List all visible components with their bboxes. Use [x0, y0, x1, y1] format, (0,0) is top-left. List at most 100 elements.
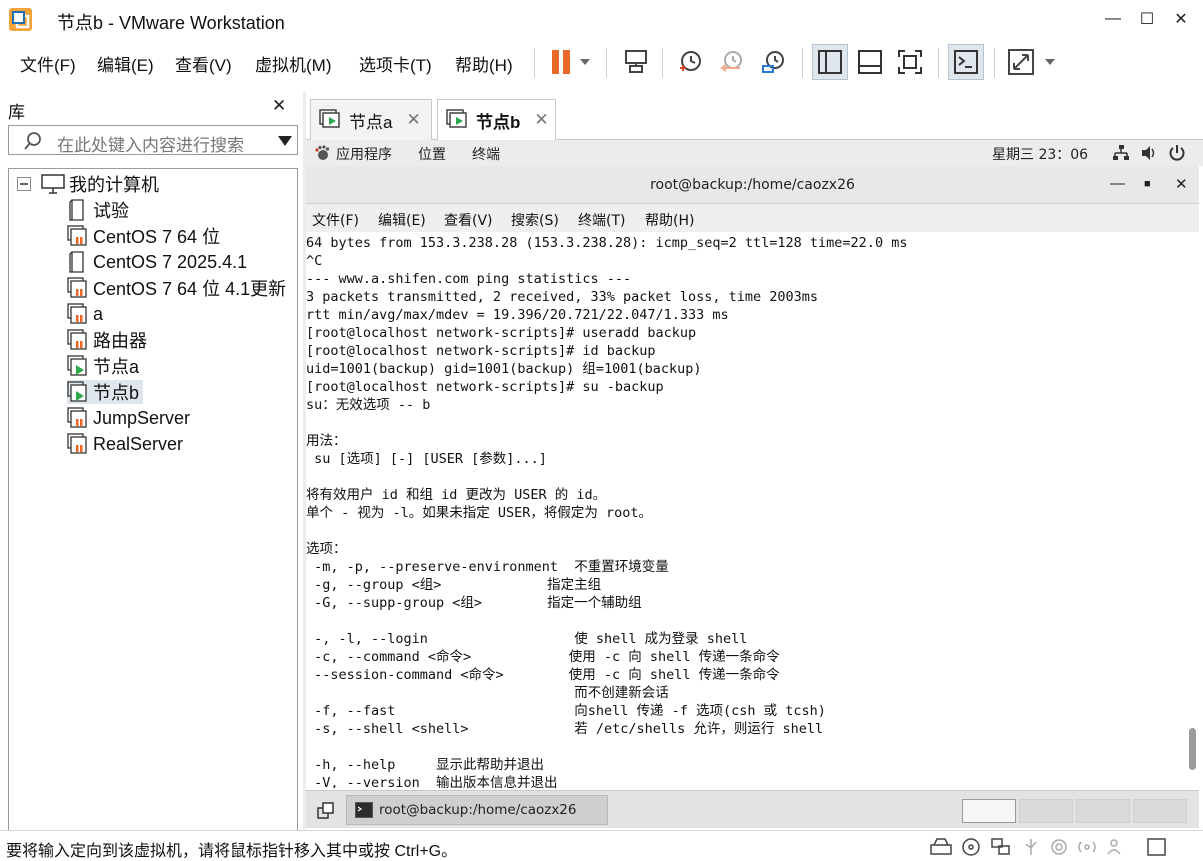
maximize-button[interactable]: ☐ [1132, 6, 1162, 32]
tree-item-jumpserver[interactable]: JumpServer [67, 406, 190, 430]
library-tree: 我的计算机 试验 CentOS 7 64 位 CentOS 7 2025.4.1 Ce… [8, 168, 298, 830]
gnome-places-menu[interactable]: 位置 [418, 144, 446, 164]
tree-item-centos7-64-update[interactable]: CentOS 7 64 位 4.1更新 [67, 276, 286, 300]
terminal-menu-terminal[interactable]: 终端(T) [578, 210, 625, 230]
network-adapter-icon[interactable] [990, 837, 1012, 857]
library-close-button[interactable]: ✕ [272, 96, 286, 116]
terminal-line: -g, --group <组> 指定主组 [306, 577, 602, 593]
tree-item-icon [67, 407, 89, 429]
library-search-input[interactable]: 在此处键入内容进行搜索 [8, 125, 298, 155]
terminal-line: -G, --supp-group <组> 指定一个辅助组 [306, 595, 642, 611]
tree-item-realserver[interactable]: RealServer [67, 432, 183, 456]
revert-snapshot-button[interactable] [714, 44, 750, 80]
terminal-close-button[interactable]: ✕ [1175, 175, 1188, 193]
vm-powered-off-icon [67, 225, 87, 246]
terminal-scrollbar[interactable] [1186, 232, 1199, 788]
menu-view[interactable]: 查看(V) [175, 51, 232, 76]
snapshot-icon [680, 51, 701, 71]
vm-tab-strip: 节点a ✕ 节点b ✕ [306, 92, 1203, 140]
workspace-3[interactable] [1076, 799, 1130, 823]
terminal-line: -s, --shell <shell> 若 /etc/shells 允许，则运行… [306, 721, 824, 737]
dropdown-arrow-icon[interactable] [277, 135, 293, 147]
terminal-line: --- www.a.shifen.com ping statistics --- [306, 271, 632, 287]
gnome-applications-menu[interactable]: 应用程序 [336, 144, 392, 164]
tab-close-icon[interactable]: ✕ [406, 110, 420, 130]
minimize-button[interactable]: — [1098, 6, 1128, 32]
vm-config-icon [69, 251, 84, 273]
menu-tabs[interactable]: 选项卡(T) [359, 51, 432, 76]
workspace-2[interactable] [1019, 799, 1073, 823]
terminal-output[interactable]: 64 bytes from 153.3.238.28 (153.3.238.28… [306, 232, 1186, 788]
menu-help[interactable]: 帮助(H) [455, 51, 513, 76]
menu-file[interactable]: 文件(F) [20, 51, 76, 76]
terminal-titlebar: root@backup:/home/caozx26 — ■ ✕ [306, 166, 1199, 204]
terminal-line: -V, --version 输出版本信息并退出 [306, 775, 558, 788]
hard-disk-icon[interactable] [930, 837, 952, 857]
terminal-title: root@backup:/home/caozx26 [650, 177, 855, 193]
pause-button[interactable] [542, 44, 596, 80]
terminal-minimize-button[interactable]: — [1110, 175, 1125, 192]
tree-item-test[interactable]: 试验 [67, 198, 129, 222]
terminal-line: 用法： [306, 433, 347, 449]
terminal-menu-file[interactable]: 文件(F) [312, 210, 359, 230]
close-button[interactable]: ✕ [1166, 6, 1196, 32]
vm-powered-off-icon [67, 277, 87, 298]
tab-node-b[interactable]: 节点b ✕ [437, 99, 556, 140]
stretch-guest-button[interactable] [1004, 44, 1062, 80]
terminal-line: 3 packets transmitted, 2 received, 33% p… [306, 289, 819, 305]
menu-vm[interactable]: 虚拟机(M) [255, 51, 331, 76]
usb-icon[interactable] [1020, 837, 1042, 857]
menu-edit[interactable]: 编辑(E) [97, 51, 154, 76]
snapshot-manager-button[interactable] [756, 44, 792, 80]
cd-dvd-icon[interactable] [960, 837, 982, 857]
tree-item-node-b[interactable]: 节点b [67, 380, 144, 404]
search-icon [24, 132, 41, 150]
tab-node-a[interactable]: 节点a ✕ [310, 99, 432, 140]
send-ctrl-alt-del-button[interactable] [618, 44, 654, 80]
terminal-menu-edit[interactable]: 编辑(E) [378, 210, 426, 230]
show-library-button[interactable] [812, 44, 848, 80]
terminal-line: 选项： [306, 541, 347, 557]
collapse-icon[interactable] [17, 177, 31, 191]
terminal-menu-search[interactable]: 搜索(S) [511, 210, 559, 230]
message-log-icon[interactable] [1146, 837, 1168, 857]
search-placeholder: 在此处键入内容进行搜索 [57, 136, 244, 155]
tab-close-icon[interactable]: ✕ [534, 110, 548, 130]
user-display-icon[interactable] [1106, 837, 1128, 857]
terminal-line: 将有效用户 id 和组 id 更改为 USER 的 id。 [306, 487, 607, 503]
workspace-1[interactable] [962, 799, 1016, 823]
terminal-menu-help[interactable]: 帮助(H) [645, 210, 694, 230]
tree-item-node-a[interactable]: 节点a [67, 354, 139, 378]
scrollbar-thumb[interactable] [1189, 728, 1196, 770]
full-screen-button[interactable] [892, 44, 928, 80]
terminal-menu-view[interactable]: 查看(V) [444, 210, 493, 230]
volume-icon[interactable] [1140, 144, 1158, 162]
taskbar-task-label: root@backup:/home/caozx26 [379, 802, 577, 818]
workspace-4[interactable] [1133, 799, 1187, 823]
tab-label: 节点a [349, 112, 393, 132]
tree-item-label: 试验 [93, 201, 129, 221]
tree-item-a[interactable]: a [67, 302, 103, 326]
pause-icon [552, 50, 590, 74]
tree-root-my-computer[interactable]: 我的计算机 [17, 172, 159, 196]
wireless-icon[interactable] [1076, 837, 1098, 857]
tree-item-centos7-64[interactable]: CentOS 7 64 位 [67, 224, 220, 248]
thumbnail-bar-button[interactable] [852, 44, 888, 80]
tree-item-centos7-2025[interactable]: CentOS 7 2025.4.1 [67, 250, 247, 274]
network-icon[interactable] [1112, 144, 1130, 162]
vm-tab-icon [446, 109, 467, 128]
sound-card-icon[interactable] [1048, 837, 1070, 857]
snapshot-button[interactable] [672, 44, 708, 80]
show-desktop-icon[interactable] [316, 800, 336, 820]
terminal-maximize-button[interactable]: ■ [1144, 178, 1151, 190]
power-icon[interactable] [1168, 144, 1186, 162]
console-view-button[interactable] [948, 44, 984, 80]
tree-item-icon [67, 199, 89, 221]
terminal-menubar: 文件(F) 编辑(E) 查看(V) 搜索(S) 终端(T) 帮助(H) [306, 204, 1199, 232]
taskbar-terminal-task[interactable]: root@backup:/home/caozx26 [346, 795, 608, 825]
gnome-clock[interactable]: 星期三 23：06 [992, 144, 1088, 164]
tree-item-router[interactable]: 路由器 [67, 328, 147, 352]
vm-config-icon [69, 199, 84, 221]
gnome-terminal-app[interactable]: 终端 [472, 144, 500, 164]
